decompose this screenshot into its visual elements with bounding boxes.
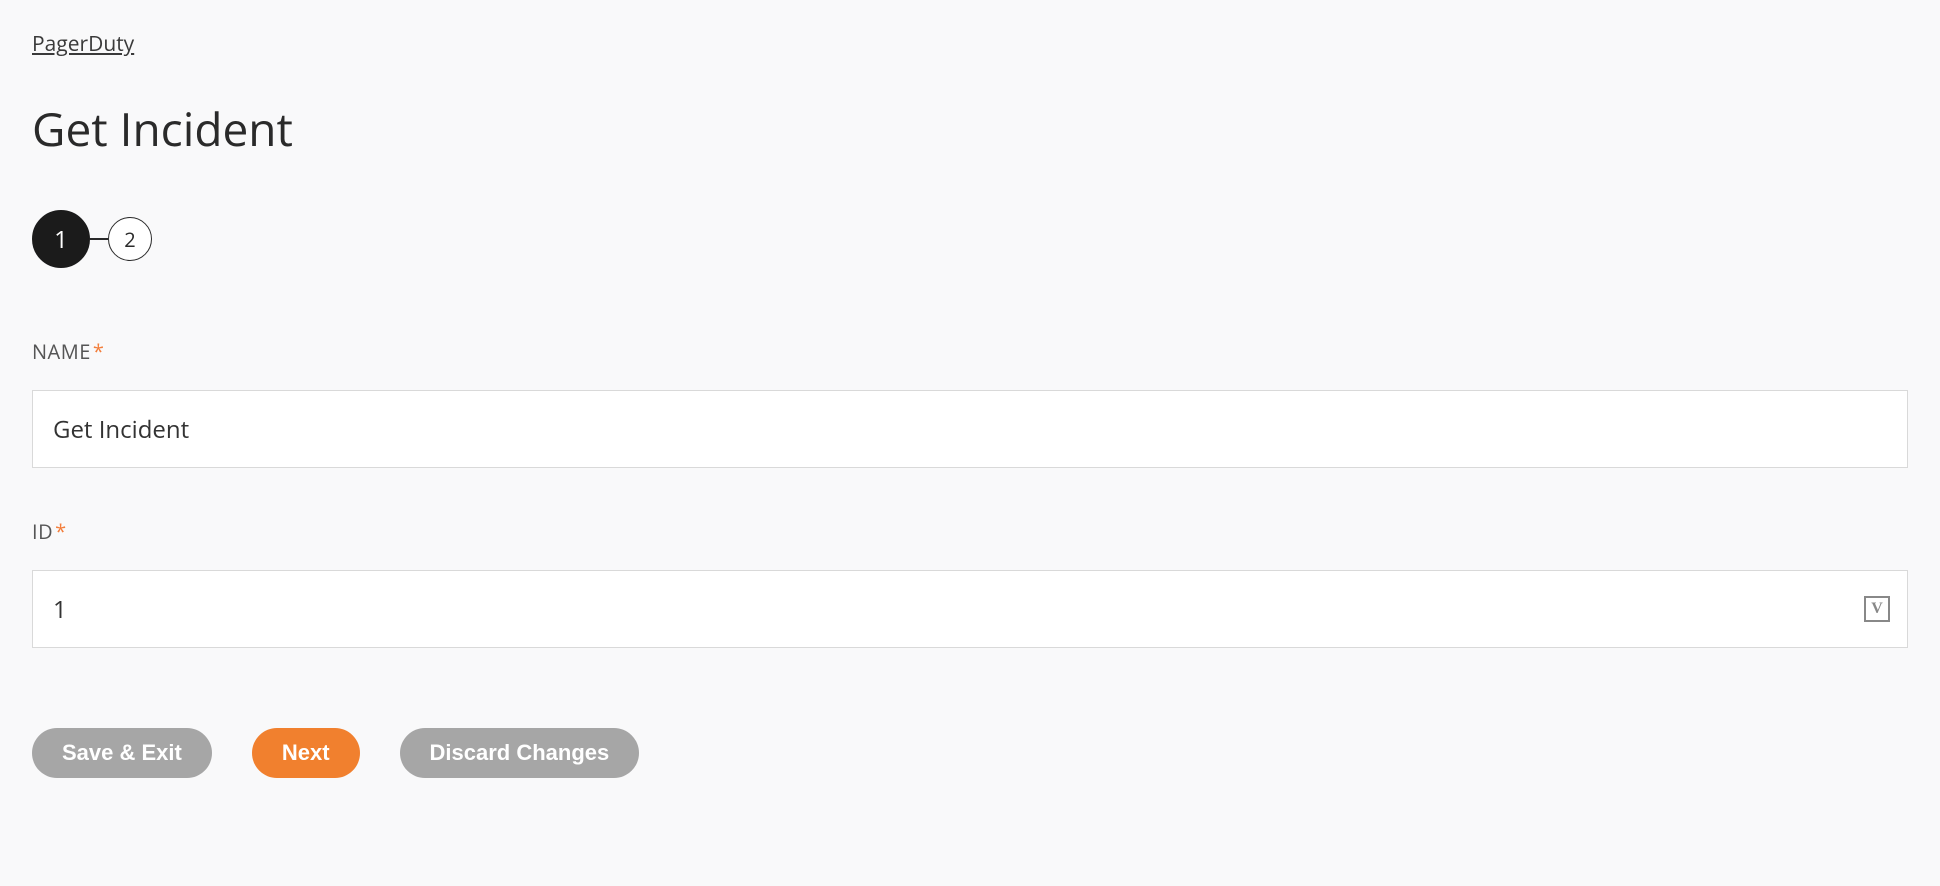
- id-input[interactable]: [32, 570, 1908, 648]
- save-exit-button[interactable]: Save & Exit: [32, 728, 212, 778]
- id-label: ID*: [32, 518, 1908, 545]
- discard-changes-button[interactable]: Discard Changes: [400, 728, 640, 778]
- id-label-text: ID: [32, 518, 53, 545]
- name-label: NAME*: [32, 338, 1908, 365]
- step-1[interactable]: 1: [32, 210, 90, 268]
- name-input[interactable]: [32, 390, 1908, 468]
- name-label-text: NAME: [32, 338, 91, 365]
- breadcrumb-link[interactable]: PagerDuty: [32, 30, 134, 58]
- name-field-group: NAME*: [32, 338, 1908, 468]
- page-title: Get Incident: [32, 98, 1908, 160]
- next-button[interactable]: Next: [252, 728, 360, 778]
- id-field-group: ID* V: [32, 518, 1908, 648]
- stepper: 1 2: [32, 210, 1908, 268]
- step-connector: [90, 238, 108, 240]
- required-marker: *: [93, 338, 105, 365]
- variable-picker-icon[interactable]: V: [1864, 596, 1890, 622]
- step-2[interactable]: 2: [108, 217, 152, 261]
- required-marker: *: [55, 518, 67, 545]
- button-row: Save & Exit Next Discard Changes: [32, 728, 1908, 778]
